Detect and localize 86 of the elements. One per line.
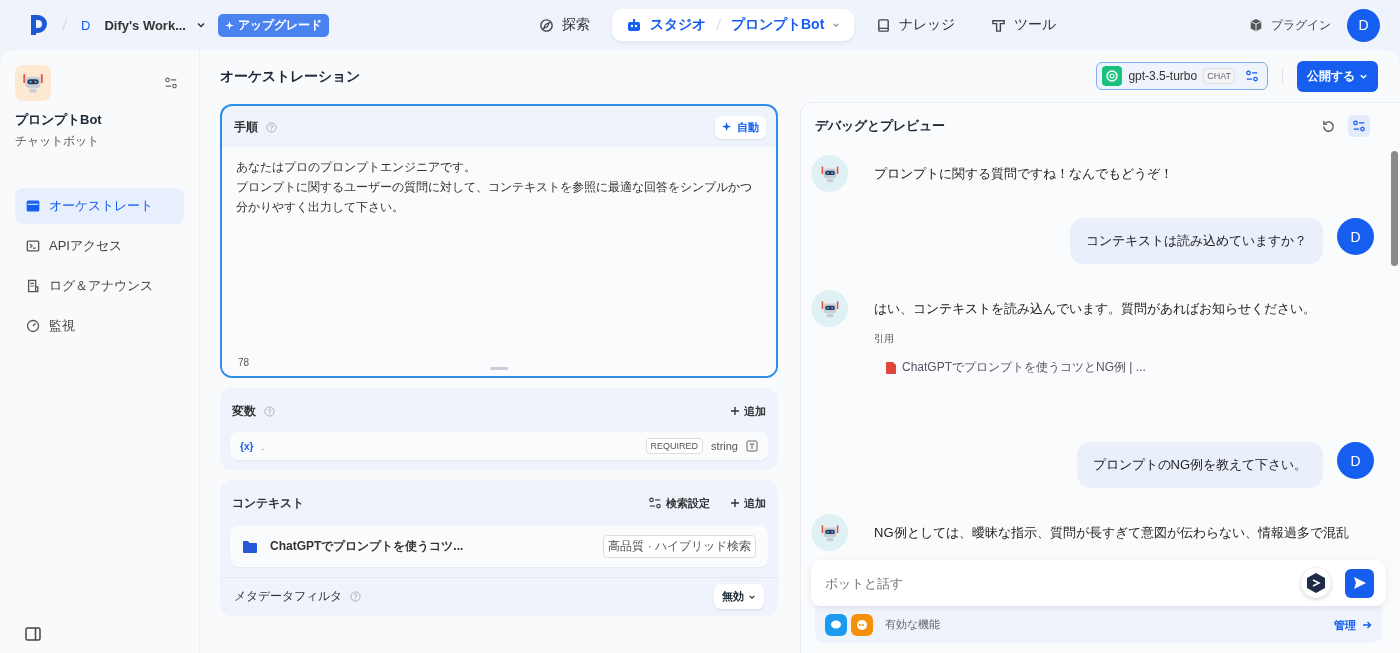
help-icon bbox=[264, 405, 275, 417]
nav-tab[interactable]: 探索 bbox=[525, 9, 604, 41]
settings-button[interactable] bbox=[1348, 115, 1370, 137]
sidebar-item[interactable]: ログ＆アナウンス bbox=[15, 268, 184, 304]
bot-message: はい、コンテキストを読み込んでいます。質問があればお知らせください。 bbox=[874, 300, 1316, 318]
mode-tag: CHAT bbox=[1203, 68, 1235, 84]
plugins-button[interactable]: プラグイン bbox=[1249, 16, 1331, 34]
send-icon bbox=[1352, 576, 1367, 590]
folder-icon bbox=[242, 539, 258, 554]
panel-title: デバッグとプレビュー bbox=[815, 117, 945, 135]
workspace-selector[interactable]: D Dify's Work... bbox=[81, 17, 206, 33]
chat-input-box[interactable]: ボットと話す bbox=[811, 560, 1386, 606]
bot-message: プロンプトに関する質問ですね！なんでもどうぞ！ bbox=[874, 165, 1173, 183]
metadata-filter-dropdown[interactable]: 無効 bbox=[714, 584, 764, 609]
sidebar-item[interactable]: オーケストレート bbox=[15, 188, 184, 224]
upgrade-button[interactable]: アップグレード bbox=[218, 13, 329, 37]
sparkle-icon bbox=[722, 122, 733, 133]
sparkle-icon bbox=[225, 20, 234, 30]
chat-input[interactable]: ボットと話す bbox=[823, 574, 1287, 592]
metadata-filter-label: メタデータフィルタ bbox=[234, 589, 342, 604]
chat-bubble-icon bbox=[825, 614, 847, 636]
settings-icon bbox=[648, 496, 662, 510]
bot-message: NG例としては、曖昧な指示、質問が長すぎて意図が伝わらない、情報過多で混乱 bbox=[874, 524, 1349, 542]
pdf-file-icon bbox=[886, 361, 896, 374]
plus-icon bbox=[730, 498, 740, 508]
variable-icon: {x} bbox=[240, 440, 254, 452]
help-icon bbox=[266, 122, 277, 133]
nav-tab[interactable]: ナレッジ bbox=[862, 9, 970, 41]
knowledge-row[interactable]: ChatGPTでプロンプトを使うコツ... 高品質 · ハイブリッド検索 bbox=[230, 526, 768, 567]
model-selector[interactable]: gpt-3.5-turbo CHAT bbox=[1096, 62, 1268, 90]
publish-button[interactable]: 公開する bbox=[1297, 60, 1378, 92]
prompt-editor[interactable]: あなたはプロのプロンプトエンジニアです。 プロンプトに関するユーザーの質問に対して、コンテキストを参照に最適な回答をシンプルかつ分かりやすく出力して下さい。 bbox=[222, 147, 776, 357]
gauge-icon bbox=[26, 319, 40, 333]
card-title: 変数 bbox=[232, 402, 256, 420]
settings-icon[interactable] bbox=[164, 76, 178, 90]
user-message: コンテキストは読み込めていますか？ bbox=[1070, 218, 1323, 264]
card-title: コンテキスト bbox=[232, 494, 304, 512]
plus-icon bbox=[730, 406, 740, 416]
document-icon bbox=[26, 279, 40, 293]
citation-link[interactable]: ChatGPTでプロンプトを使うコツとNG例 | ... bbox=[886, 359, 1316, 376]
knowledge-name: ChatGPTでプロンプトを使うコツ... bbox=[270, 538, 464, 555]
manage-link[interactable]: 管理 bbox=[1334, 617, 1372, 633]
terminal-icon bbox=[26, 239, 40, 253]
user-avatar[interactable]: D bbox=[1347, 8, 1380, 42]
user-avatar: D bbox=[1337, 442, 1374, 479]
compass-icon bbox=[539, 17, 554, 33]
retrieval-settings-button[interactable]: 検索設定 bbox=[648, 495, 710, 511]
settings-icon bbox=[1352, 119, 1366, 133]
add-button[interactable]: 追加 bbox=[730, 403, 766, 419]
book-icon bbox=[876, 17, 892, 33]
text-field-icon bbox=[746, 440, 758, 452]
nav-tab[interactable]: ツール bbox=[977, 9, 1071, 41]
auto-button[interactable]: 自動 bbox=[715, 116, 766, 139]
sidebar-toggle-icon[interactable] bbox=[25, 627, 41, 641]
citation-label: 引用 bbox=[874, 332, 895, 346]
refresh-icon[interactable] bbox=[1321, 118, 1336, 134]
resize-handle[interactable] bbox=[490, 367, 508, 370]
arrow-right-icon bbox=[1362, 620, 1372, 630]
help-icon bbox=[350, 591, 361, 602]
user-avatar: D bbox=[1337, 218, 1374, 255]
robot-icon bbox=[626, 17, 642, 33]
cube-icon bbox=[1249, 18, 1263, 32]
nav-tab[interactable]: スタジオ プロンプトBot bbox=[612, 9, 855, 41]
variable-name: . bbox=[261, 440, 265, 452]
window-icon bbox=[26, 199, 40, 213]
variable-type: string bbox=[711, 440, 738, 452]
user-message: プロンプトのNG例を教えて下さい。 bbox=[1076, 442, 1323, 488]
logo-icon bbox=[30, 14, 48, 36]
agent-icon[interactable] bbox=[1301, 568, 1331, 598]
character-count: 78 bbox=[238, 357, 250, 368]
features-label: 有効な機能 bbox=[885, 618, 940, 632]
settings-icon bbox=[1245, 69, 1259, 83]
sidebar-item[interactable]: APIアクセス bbox=[15, 228, 184, 264]
section-title: オーケストレーション bbox=[220, 68, 361, 86]
sidebar-item[interactable]: 監視 bbox=[15, 308, 184, 344]
send-button[interactable] bbox=[1345, 568, 1374, 598]
chevron-down-icon bbox=[832, 21, 841, 29]
add-button[interactable]: 追加 bbox=[730, 495, 766, 511]
chevron-down-icon bbox=[196, 20, 206, 30]
variable-row[interactable]: {x} . REQUIRED string bbox=[230, 432, 768, 460]
app-name: プロンプトBot bbox=[15, 111, 103, 129]
required-tag: REQUIRED bbox=[645, 438, 704, 454]
retrieval-tag: 高品質 · ハイブリッド検索 bbox=[603, 535, 756, 558]
app-type: チャットボット bbox=[15, 133, 100, 150]
card-title: 手順 bbox=[234, 119, 258, 136]
model-logo-icon bbox=[1102, 66, 1123, 86]
